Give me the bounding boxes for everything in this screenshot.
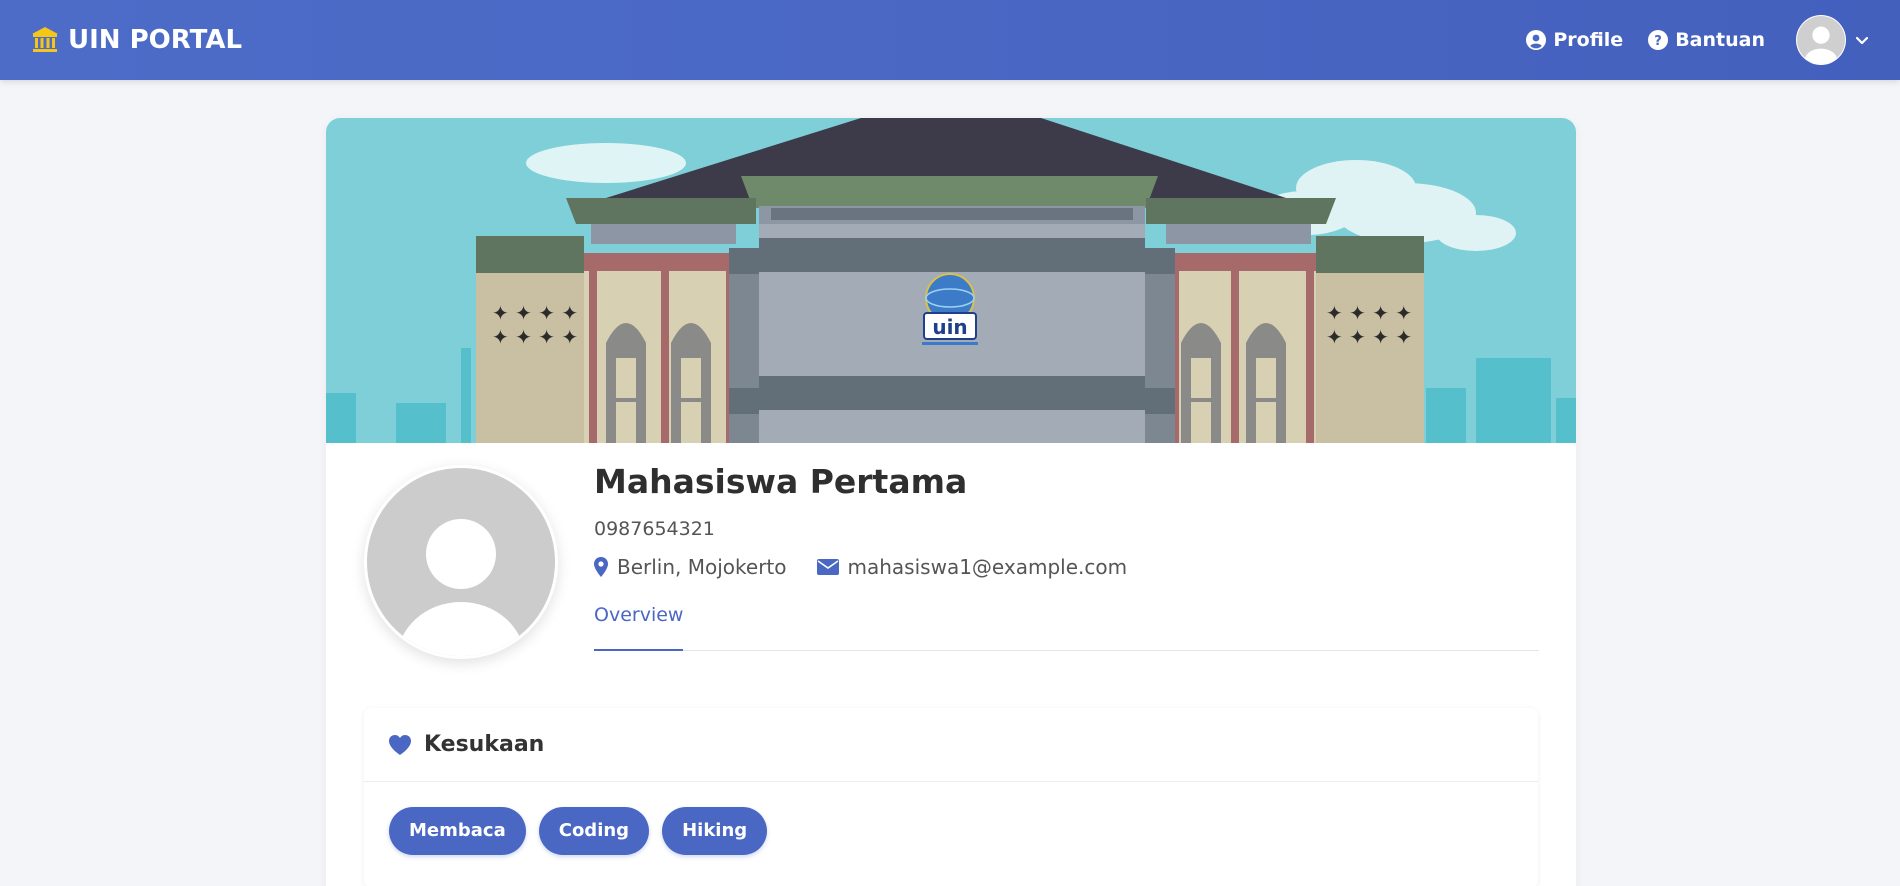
profile-location: Berlin, Mojokerto xyxy=(594,554,787,580)
user-avatar-icon xyxy=(1796,15,1846,65)
brand-name: UIN PORTAL xyxy=(68,25,243,55)
hobby-chip-list: Membaca Coding Hiking xyxy=(364,782,1538,855)
profile-avatar xyxy=(364,465,558,659)
profile-tabs: Overview xyxy=(594,600,1539,651)
profile-card: ✦ ✦ ✦ ✦ ✦ ✦ ✦ ✦ ✦ ✦ ✦ ✦ ✦ ✦ ✦ ✦ uin Maha… xyxy=(326,118,1576,886)
svg-text:?: ? xyxy=(1654,34,1662,49)
user-avatar-icon xyxy=(367,468,555,656)
nav-link-bantuan-label: Bantuan xyxy=(1675,29,1765,51)
nav-link-profile-label: Profile xyxy=(1553,29,1624,51)
nav-link-bantuan[interactable]: ? Bantuan xyxy=(1648,29,1765,51)
map-pin-icon xyxy=(594,557,608,577)
profile-nim: 0987654321 xyxy=(594,518,715,540)
profile-meta: Berlin, Mojokerto mahasiswa1@example.com xyxy=(594,554,1539,580)
envelope-icon xyxy=(816,559,839,575)
svg-text:✦ ✦ ✦ ✦: ✦ ✦ ✦ ✦ xyxy=(1326,301,1412,325)
hobbies-section: Kesukaan Membaca Coding Hiking xyxy=(364,708,1538,886)
hobby-chip[interactable]: Hiking xyxy=(662,807,768,855)
profile-email-text[interactable]: mahasiswa1@example.com xyxy=(848,554,1128,580)
svg-text:✦ ✦ ✦ ✦: ✦ ✦ ✦ ✦ xyxy=(492,325,578,349)
top-navbar: UIN PORTAL Profile ? Bantuan xyxy=(0,0,1900,80)
hobbies-header: Kesukaan xyxy=(364,708,1538,782)
profile-email: mahasiswa1@example.com xyxy=(816,554,1128,580)
uin-logo: uin xyxy=(922,273,978,345)
hobby-chip[interactable]: Membaca xyxy=(389,807,526,855)
building-columns-icon xyxy=(32,27,58,52)
cover-banner: ✦ ✦ ✦ ✦ ✦ ✦ ✦ ✦ ✦ ✦ ✦ ✦ ✦ ✦ ✦ ✦ uin xyxy=(326,118,1576,443)
tab-overview[interactable]: Overview xyxy=(594,600,684,651)
chevron-down-icon xyxy=(1855,36,1869,45)
user-menu-toggle[interactable] xyxy=(1796,15,1870,65)
hobby-chip[interactable]: Coding xyxy=(538,807,650,855)
brand-logo[interactable]: UIN PORTAL xyxy=(30,22,242,58)
user-circle-icon xyxy=(1526,30,1547,50)
campus-building-illustration: ✦ ✦ ✦ ✦ ✦ ✦ ✦ ✦ ✦ ✦ ✦ ✦ ✦ ✦ ✦ ✦ uin xyxy=(326,118,1576,443)
profile-name: Mahasiswa Pertama xyxy=(594,462,968,501)
nav-link-profile[interactable]: Profile xyxy=(1526,29,1623,51)
heart-icon xyxy=(389,734,411,755)
question-circle-icon: ? xyxy=(1648,30,1669,50)
svg-text:✦ ✦ ✦ ✦: ✦ ✦ ✦ ✦ xyxy=(492,301,578,325)
svg-text:✦ ✦ ✦ ✦: ✦ ✦ ✦ ✦ xyxy=(1326,325,1412,349)
profile-info: Mahasiswa Pertama 0987654321 Berlin, Moj… xyxy=(594,460,1539,651)
hobbies-title: Kesukaan xyxy=(424,732,545,757)
nav-right: Profile ? Bantuan xyxy=(1526,14,1870,66)
profile-location-text: Berlin, Mojokerto xyxy=(617,555,787,579)
svg-text:uin: uin xyxy=(932,315,967,339)
